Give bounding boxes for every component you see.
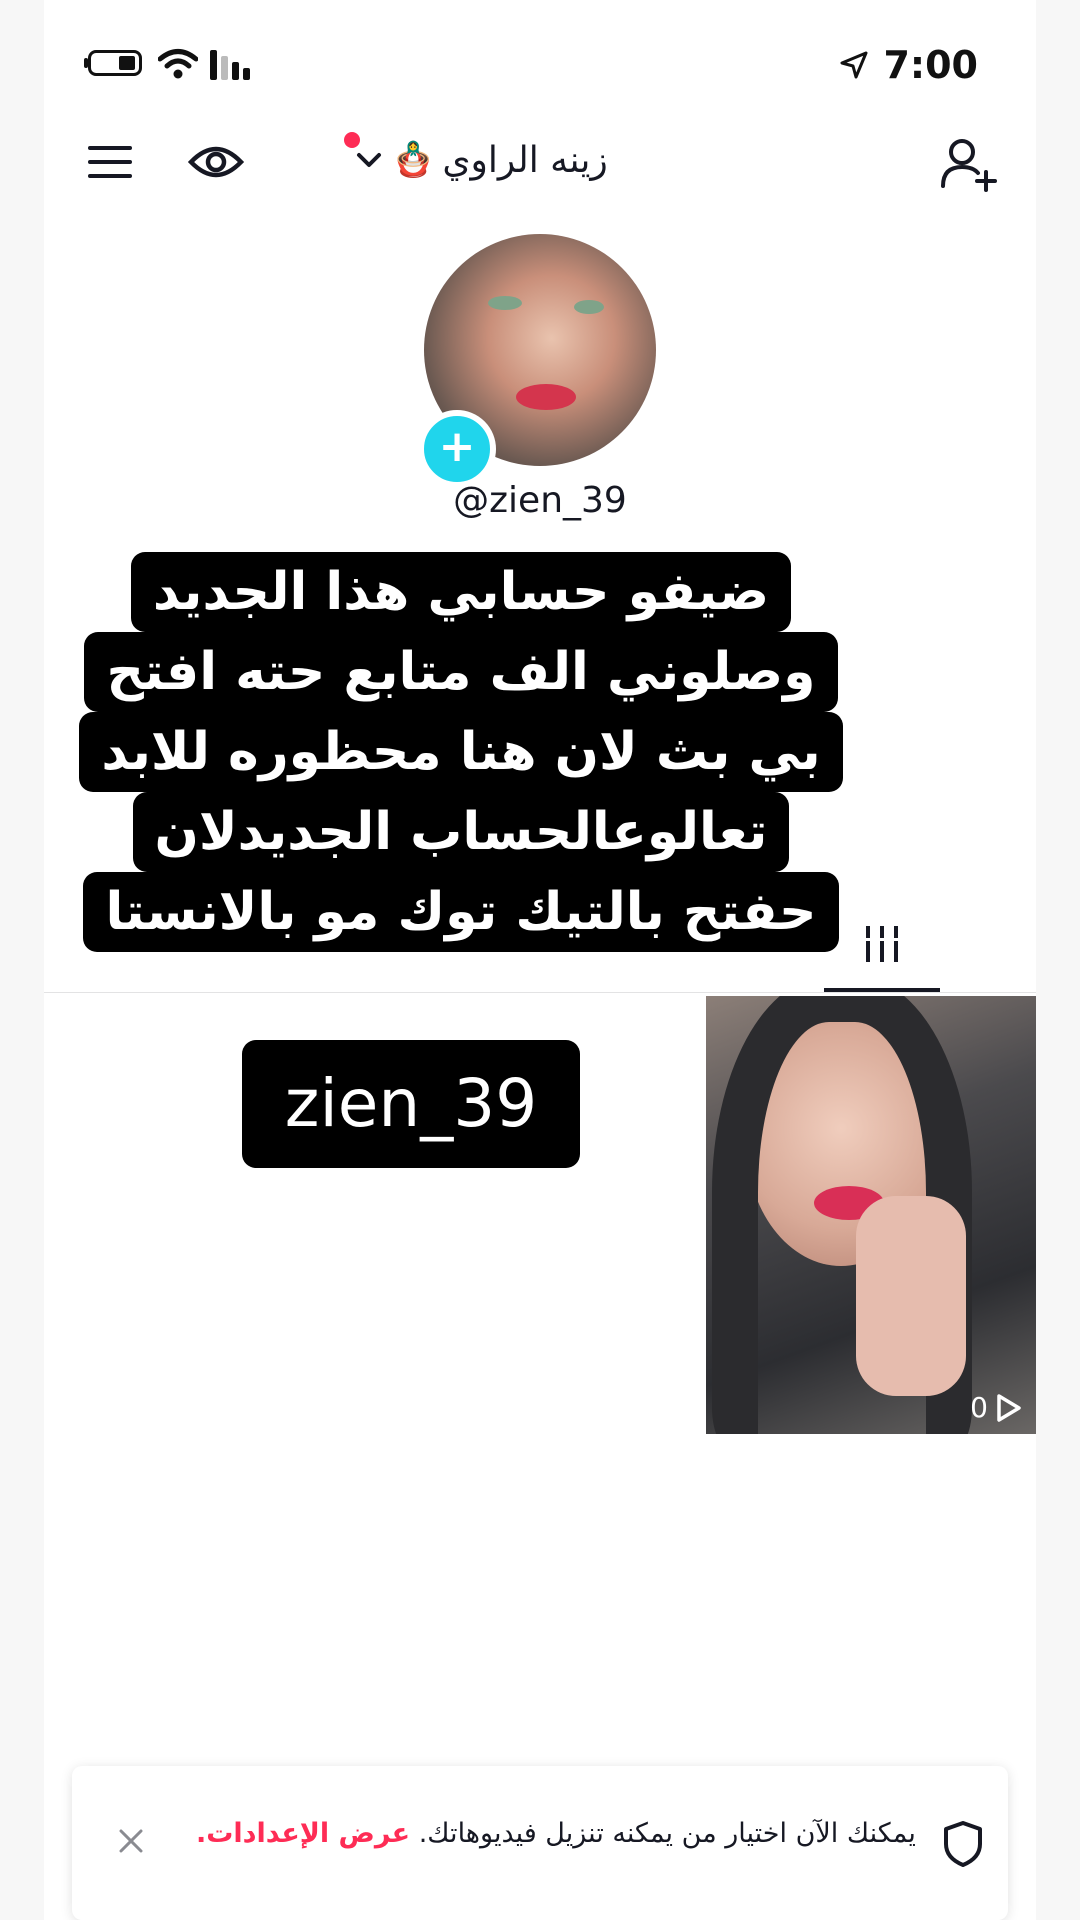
caption-line: حفتح بالتيك توك مو بالانستا: [83, 872, 839, 952]
caption-overlay: ضيفو حسابي هذا الجديد وصلوني الف متابع ح…: [66, 552, 856, 952]
doll-emoji: 🪆: [392, 140, 435, 180]
status-bar: 7:00: [44, 0, 1036, 120]
profile-header: 🪆 زينه الراوي: [44, 120, 1036, 210]
clock: 7:00: [883, 43, 978, 87]
caption-line: تعالوعالحساب الجديدلان: [132, 792, 790, 872]
username: @zien_39: [453, 480, 627, 521]
close-icon[interactable]: [116, 1826, 146, 1856]
notification-dot: [344, 132, 360, 148]
add-avatar-button[interactable]: +: [418, 410, 496, 488]
active-tab-indicator: [824, 988, 940, 992]
view-settings-link[interactable]: عرض الإعدادات.: [196, 1818, 410, 1849]
shield-icon: [944, 1821, 982, 1867]
phone-screen: 7:00 🪆 زينه الراوي + @zien_39 ضيفو حسابي…: [44, 0, 1036, 1920]
account-name: زينه الراوي: [442, 139, 608, 181]
add-user-icon[interactable]: [940, 136, 998, 192]
video-thumbnail[interactable]: 0: [706, 996, 1036, 1434]
chevron-down-icon: [357, 153, 381, 167]
view-count-value: 0: [970, 1391, 988, 1424]
eye-icon[interactable]: [188, 140, 244, 184]
play-icon: [997, 1393, 1021, 1422]
account-switcher[interactable]: 🪆 زينه الراوي: [344, 130, 608, 190]
view-count: 0: [970, 1391, 1022, 1424]
menu-icon[interactable]: [86, 142, 134, 182]
clock-group: 7:00: [839, 40, 978, 90]
username-tag: zien_39: [242, 1040, 580, 1168]
toast-message: يمكنك الآن اختيار من يمكنه تنزيل فيديوها…: [196, 1818, 936, 1849]
caption-line: بي بث لان هنا محظوره للابد: [79, 712, 843, 792]
battery-icon: [88, 50, 142, 76]
caption-line: ضيفو حسابي هذا الجديد: [130, 552, 792, 632]
location-arrow-icon: [840, 51, 868, 79]
caption-line: وصلوني الف متابع حته افتح: [84, 632, 838, 712]
grid-bars-icon: [862, 926, 902, 962]
wifi-icon: [158, 49, 198, 79]
signal-icon: [210, 50, 250, 80]
toast-text: يمكنك الآن اختيار من يمكنه تنزيل فيديوها…: [418, 1818, 916, 1849]
download-settings-toast: يمكنك الآن اختيار من يمكنه تنزيل فيديوها…: [72, 1766, 1008, 1920]
battery-tip: [84, 58, 88, 68]
